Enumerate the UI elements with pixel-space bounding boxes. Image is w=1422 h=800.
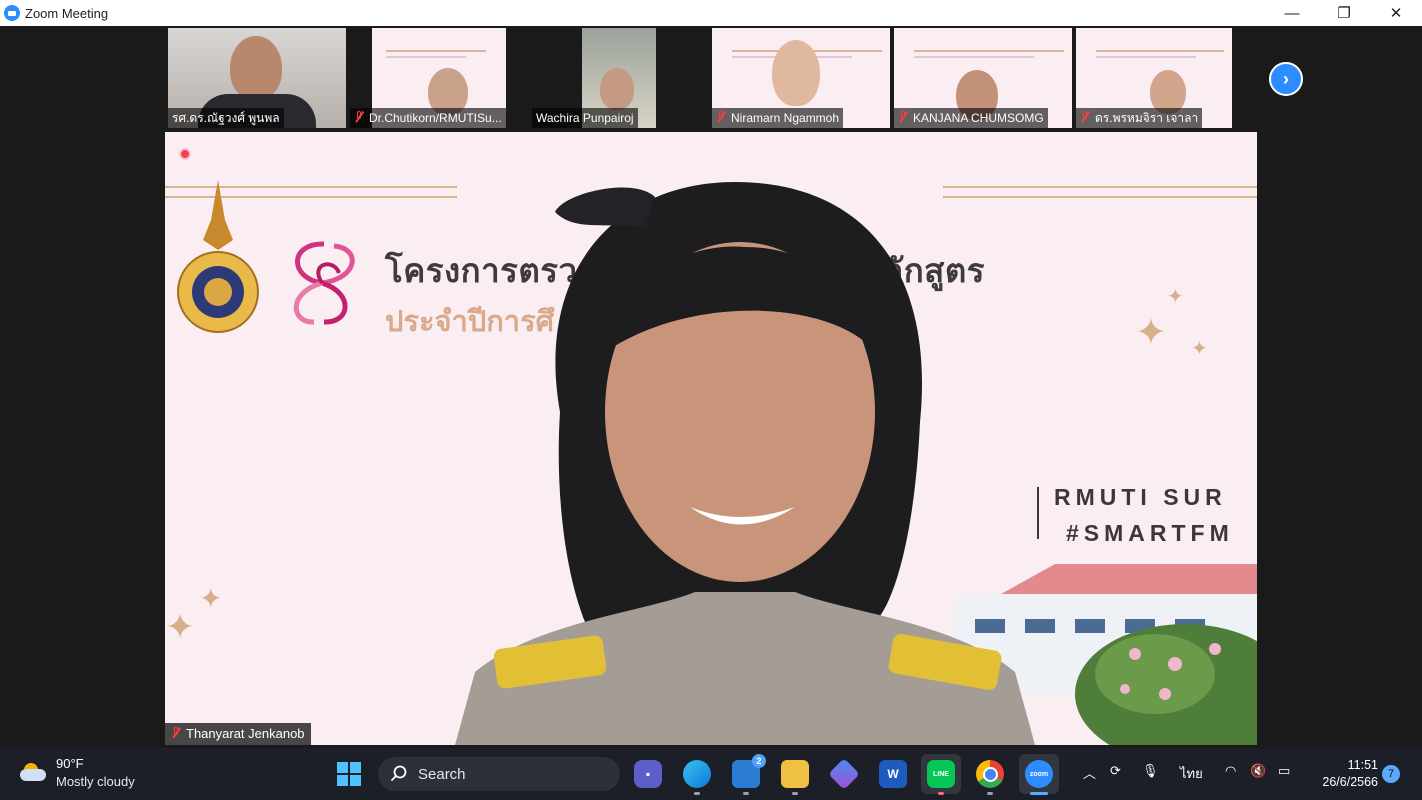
close-button[interactable]: ✕	[1370, 0, 1422, 26]
edge-browser-icon[interactable]	[683, 760, 711, 788]
university-seal-icon	[177, 180, 259, 333]
active-speaker-video	[455, 182, 1035, 745]
zoom-logo-icon	[4, 5, 20, 21]
meeting-stage: รศ.ดร.ณัฐวงศ์ พูนพล Dr.Chutikorn/RMUTISu…	[0, 26, 1422, 748]
notification-badge[interactable]: 7	[1382, 765, 1400, 783]
windows-logo-icon	[337, 762, 361, 786]
start-button[interactable]	[335, 760, 363, 788]
taskbar-search-box[interactable]: Search	[378, 757, 620, 791]
file-explorer-icon[interactable]	[781, 760, 809, 788]
microphone-icon[interactable]: 🎙	[1142, 763, 1159, 779]
line-app-icon: LINE	[927, 760, 955, 788]
clock-date: 26/6/2566	[1322, 775, 1378, 789]
chrome-icon[interactable]	[976, 760, 1004, 788]
window-controls: — ❐ ✕	[1266, 0, 1422, 26]
weather-widget[interactable]: 90°F Mostly cloudy	[18, 756, 135, 789]
battery-icon[interactable]: ▭	[1278, 763, 1290, 779]
sparkle-icon: ✦	[1135, 312, 1167, 354]
faculty-swirl-logo-icon	[293, 241, 355, 325]
system-clock[interactable]: 11:51 26/6/2566	[1322, 757, 1378, 791]
recording-indicator-icon	[179, 148, 191, 160]
partly-cloudy-icon	[18, 762, 48, 783]
participant-name-label: Dr.Chutikorn/RMUTISu...	[350, 108, 506, 128]
participant-tile[interactable]: รศ.ดร.ณัฐวงศ์ พูนพล	[168, 28, 346, 128]
participant-name-label: Niramarn Ngammoh	[712, 108, 844, 128]
participant-face	[772, 40, 820, 106]
zoom-app-button[interactable]: zoom	[1019, 754, 1059, 794]
running-indicator	[938, 792, 944, 795]
participant-name-label: KANJANA CHUMSOMG	[894, 108, 1048, 128]
volume-muted-icon[interactable]: 🔇	[1250, 763, 1266, 779]
sparkle-icon: ✦	[199, 583, 223, 614]
line-app-button[interactable]: LINE	[921, 754, 961, 794]
active-speaker-view[interactable]: โครงการตรว ศึกษาภายใน ระดับหลักสูตร ประจ…	[165, 132, 1257, 745]
participant-face	[230, 36, 282, 100]
participant-tile[interactable]: Niramarn Ngammoh	[712, 28, 890, 128]
sparkle-icon: ✦	[1167, 286, 1184, 308]
windows-taskbar: 90°F Mostly cloudy Search ▪ 2 W LINE zoo…	[0, 748, 1422, 800]
muted-mic-icon	[716, 111, 726, 123]
wifi-icon[interactable]: ◠	[1225, 763, 1236, 779]
participant-tile[interactable]: KANJANA CHUMSOMG	[894, 28, 1072, 128]
copilot-icon[interactable]	[828, 758, 860, 790]
running-indicator	[987, 792, 993, 795]
word-icon[interactable]: W	[879, 760, 907, 788]
sparkle-icon: ✦	[1191, 338, 1208, 360]
sparkle-icon: ✦	[165, 606, 196, 647]
participant-face	[600, 68, 634, 110]
search-label: Search	[418, 765, 466, 783]
input-language[interactable]: ไทย	[1180, 763, 1203, 784]
active-speaker-name-label: Thanyarat Jenkanob	[165, 723, 311, 745]
participant-name-label: รศ.ดร.ณัฐวงศ์ พูนพล	[168, 108, 284, 128]
active-indicator	[1030, 792, 1048, 795]
minimize-button[interactable]: —	[1266, 0, 1318, 26]
muted-mic-icon	[1080, 111, 1090, 123]
running-indicator	[694, 792, 700, 795]
search-icon	[390, 765, 407, 782]
mail-icon[interactable]: 2	[732, 754, 766, 788]
window-title: Zoom Meeting	[25, 5, 109, 21]
chevron-right-icon: ›	[1283, 68, 1289, 89]
teams-chat-icon[interactable]: ▪	[634, 760, 662, 788]
muted-mic-icon	[171, 727, 181, 739]
participant-tile[interactable]: Wachira Punpairoj	[532, 28, 656, 128]
chevron-up-icon[interactable]: ︿	[1083, 763, 1096, 782]
participant-tile[interactable]: Dr.Chutikorn/RMUTISu...	[350, 28, 528, 128]
sync-icon[interactable]: ⟳	[1110, 763, 1121, 779]
muted-mic-icon	[898, 111, 908, 123]
restore-button[interactable]: ❐	[1318, 0, 1370, 26]
next-page-button[interactable]: ›	[1269, 62, 1303, 96]
running-indicator	[743, 792, 749, 795]
participant-name-label: Wachira Punpairoj	[532, 108, 638, 128]
participant-name-label: ดร.พรหมจิรา เจาลา	[1076, 108, 1203, 128]
mail-badge: 2	[752, 754, 766, 768]
clock-time: 11:51	[1347, 758, 1378, 772]
weather-description: Mostly cloudy	[56, 774, 135, 789]
running-indicator	[792, 792, 798, 795]
muted-mic-icon	[354, 111, 364, 123]
weather-temperature: 90°F	[56, 756, 84, 771]
zoom-app-icon: zoom	[1025, 760, 1053, 788]
participant-tile[interactable]: ดร.พรหมจิรา เจาลา	[1076, 28, 1232, 128]
window-title-bar: Zoom Meeting — ❐ ✕	[0, 0, 1422, 26]
